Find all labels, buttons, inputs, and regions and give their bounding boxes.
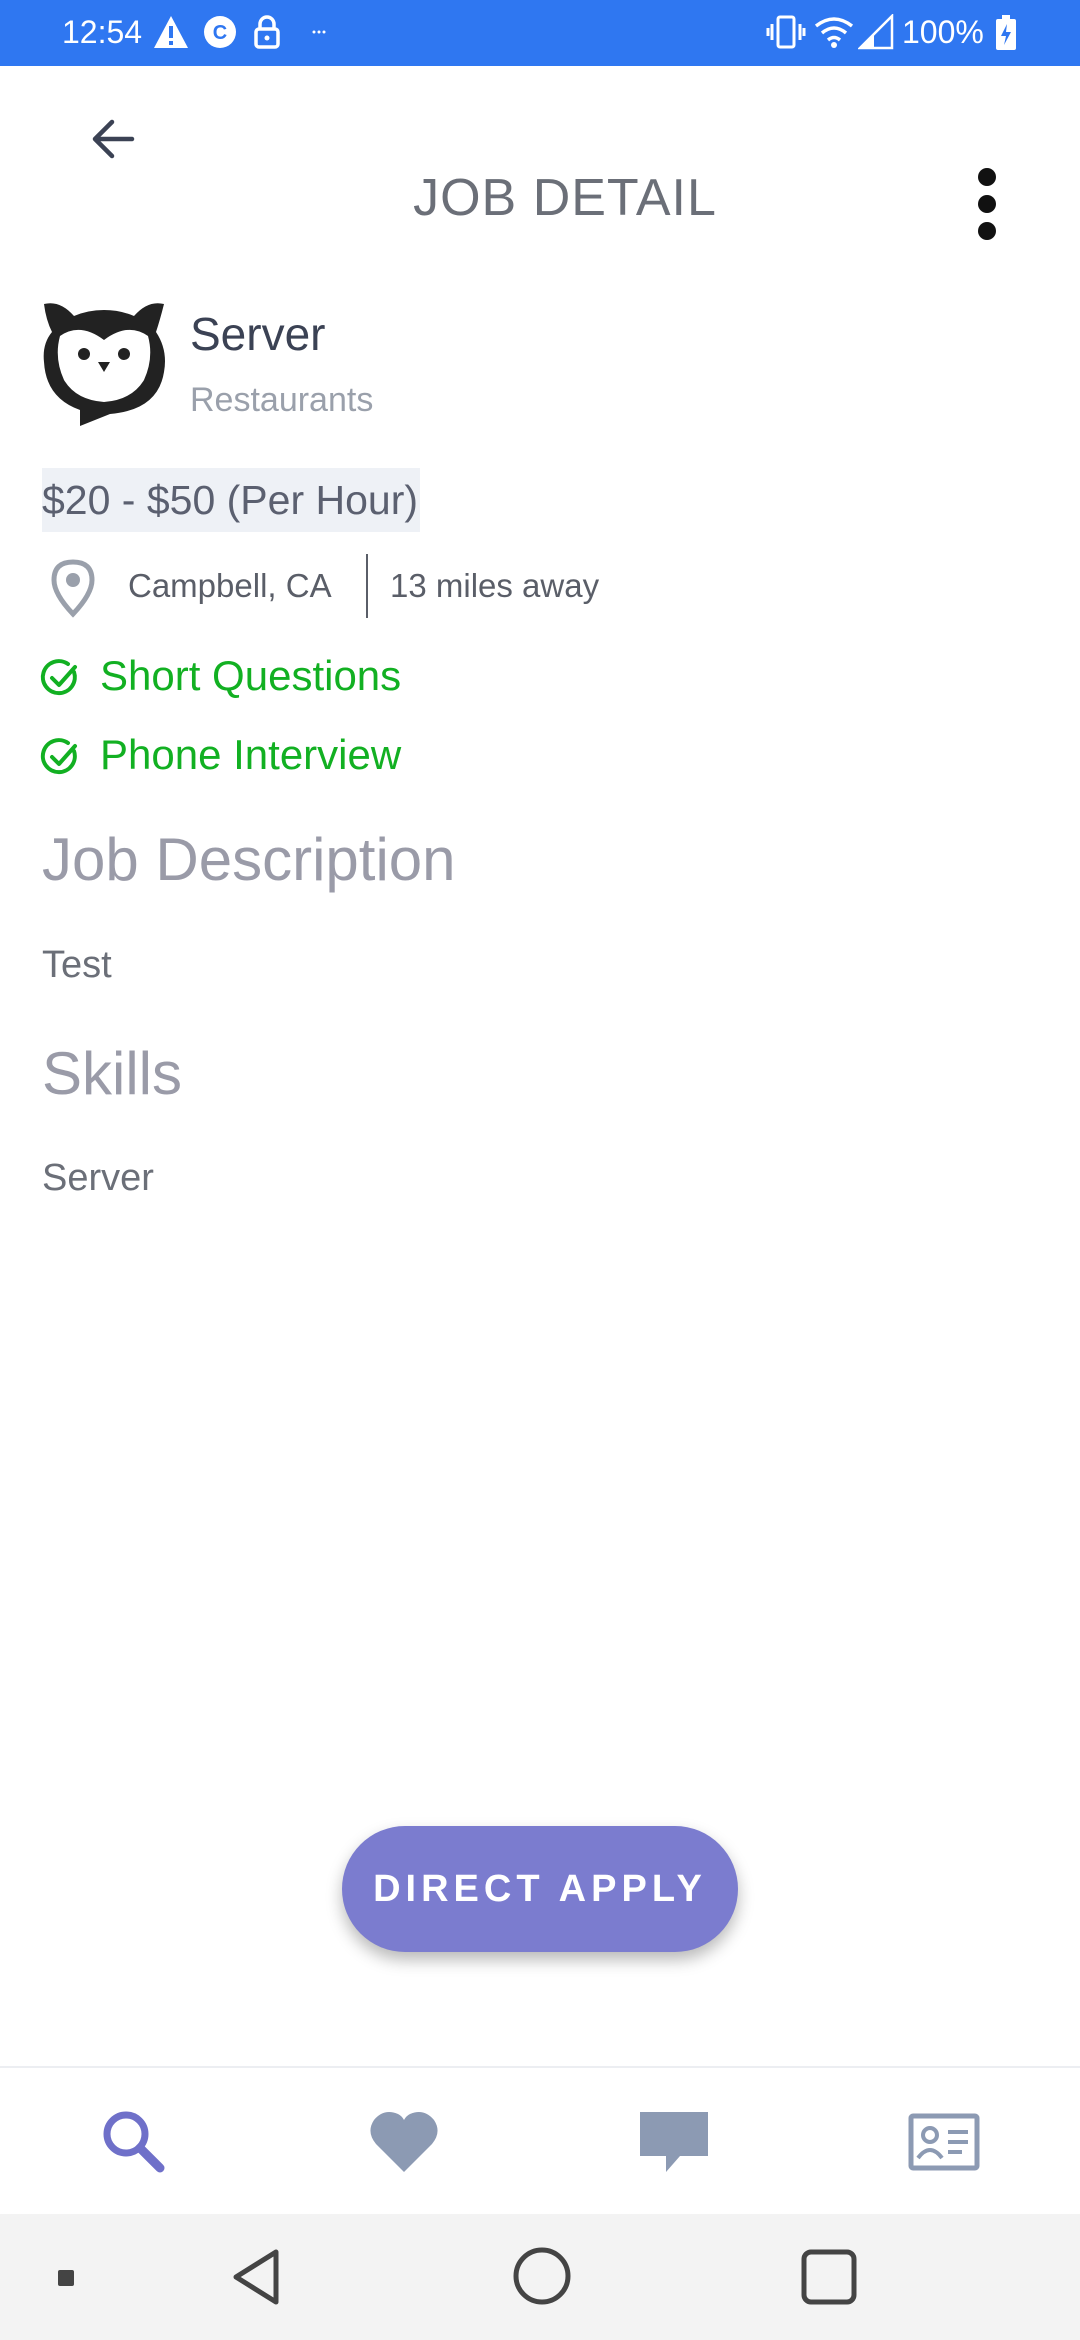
more-notifications-icon bbox=[312, 30, 326, 34]
job-distance: 13 miles away bbox=[390, 567, 600, 604]
vibrate-icon bbox=[766, 15, 806, 49]
job-title: Server bbox=[190, 308, 326, 360]
status-bar: 12:54 C 100% bbox=[0, 0, 1080, 66]
job-description-text: Test bbox=[42, 944, 112, 986]
system-back-icon[interactable] bbox=[226, 2246, 288, 2308]
check-circle-icon bbox=[40, 738, 77, 775]
company-logo bbox=[43, 303, 165, 426]
system-overview-icon[interactable] bbox=[798, 2246, 860, 2308]
job-category: Restaurants bbox=[190, 381, 374, 419]
page-title: JOB DETAIL bbox=[413, 169, 717, 227]
skills-text: Server bbox=[42, 1157, 154, 1199]
job-detail-screen: 12:54 C 100% JOB DETAIL Server Restauran… bbox=[0, 0, 1080, 2340]
location-divider bbox=[366, 554, 368, 618]
warning-icon bbox=[154, 16, 188, 48]
job-location: Campbell, CA bbox=[128, 567, 332, 604]
location-pin-icon bbox=[51, 559, 95, 618]
svg-text:C: C bbox=[213, 22, 227, 44]
battery-percentage: 100% bbox=[902, 14, 984, 50]
wifi-icon bbox=[814, 17, 854, 48]
skills-heading: Skills bbox=[42, 1040, 183, 1107]
status-time: 12:54 bbox=[62, 14, 143, 50]
direct-apply-button[interactable]: DIRECT APPLY bbox=[342, 1826, 738, 1952]
feature-label: Short Questions bbox=[100, 652, 402, 699]
chat-icon[interactable] bbox=[636, 2104, 712, 2180]
copyright-app-icon: C bbox=[204, 16, 236, 48]
bottom-navigation bbox=[0, 2066, 1080, 2214]
search-icon[interactable] bbox=[96, 2104, 172, 2180]
system-navigation-bar bbox=[0, 2214, 1080, 2340]
job-description-heading: Job Description bbox=[42, 826, 456, 893]
feature-label: Phone Interview bbox=[100, 731, 402, 778]
more-options-icon[interactable] bbox=[966, 166, 1008, 242]
recents-indicator-icon bbox=[58, 2270, 74, 2286]
system-home-icon[interactable] bbox=[510, 2244, 574, 2308]
check-circle-icon bbox=[40, 659, 77, 696]
lock-icon bbox=[254, 15, 280, 49]
battery-charging-icon bbox=[996, 15, 1016, 50]
signal-icon bbox=[858, 14, 894, 50]
salary-range: $20 - $50 (Per Hour) bbox=[42, 468, 421, 532]
profile-card-icon[interactable] bbox=[906, 2104, 982, 2180]
heart-icon[interactable] bbox=[366, 2104, 442, 2180]
back-arrow-icon[interactable] bbox=[82, 106, 148, 172]
